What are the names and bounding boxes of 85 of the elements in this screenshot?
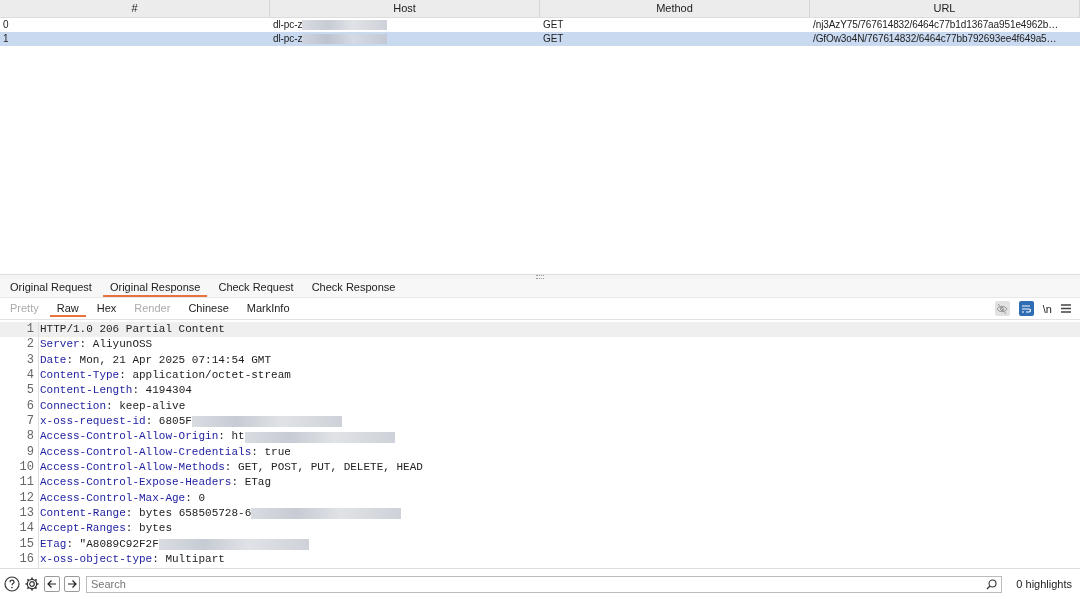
- header-name: Access-Control-Allow-Credentials: [39, 444, 252, 460]
- header-name: Date: [39, 352, 67, 368]
- line-number: 3: [0, 352, 39, 369]
- view-tab[interactable]: MarkInfo: [239, 300, 297, 317]
- search-field[interactable]: Search: [86, 575, 1002, 593]
- header-name: Access-Control-Expose-Headers: [39, 475, 232, 491]
- response-editor[interactable]: [0, 320, 1080, 568]
- table-cell: dl-pc-z: [273, 18, 303, 32]
- line-number: 7: [0, 414, 39, 430]
- header-value: : ETag: [231, 475, 272, 491]
- column-header[interactable]: Host: [270, 0, 540, 17]
- tab[interactable]: Check Request: [211, 279, 301, 297]
- left-arrow-icon: [47, 579, 57, 589]
- line-number: 4: [0, 368, 39, 384]
- header-name: ETag: [39, 536, 67, 552]
- header-name: Accept-Ranges: [39, 521, 126, 537]
- header-name: Content-Length: [39, 383, 133, 399]
- table-row[interactable]: 1 dl-pc-z GET /GfOw3o4N/767614832/6464c77bb792693ee4f649a5…: [0, 32, 1080, 46]
- table-cell: 0: [3, 18, 9, 32]
- line-number: 2: [0, 337, 39, 353]
- header-name: Access-Control-Max-Age: [39, 490, 186, 506]
- column-header[interactable]: Method: [540, 0, 810, 17]
- header-name: x-oss-object-type: [39, 552, 153, 568]
- header-name: Content-Range: [39, 506, 126, 522]
- header-value: : application/octet-stream: [119, 368, 291, 384]
- menu-icon[interactable]: [1061, 304, 1071, 313]
- view-tab[interactable]: Hex: [89, 300, 124, 317]
- header-value: : 0: [185, 490, 206, 506]
- table-cell: /GfOw3o4N/767614832/6464c77bb792693ee4f649a5…: [813, 32, 1057, 46]
- header-name: x-oss-request-id: [39, 414, 146, 430]
- view-tab[interactable]: Chinese: [181, 300, 236, 317]
- line-number: 11: [0, 475, 39, 491]
- table-cell: GET: [543, 18, 564, 32]
- hide-toggle[interactable]: [994, 301, 1010, 316]
- header-value: : "A8089C92F2F: [66, 536, 159, 552]
- table-cell: GET: [543, 32, 564, 46]
- header-value: : Mon, 21 Apr 2025 07:14:54 GMT: [66, 352, 272, 368]
- line-number: 10: [0, 460, 39, 476]
- settings-icon[interactable]: [24, 576, 40, 592]
- header-name: Server: [39, 337, 80, 353]
- table-cell: dl-pc-z: [273, 32, 303, 46]
- highlight-count: 0 highlights: [1015, 578, 1073, 590]
- line-number: 5: [0, 383, 39, 399]
- header-value: : bytes 658505728-6: [125, 506, 252, 522]
- line-number: 1: [0, 322, 39, 338]
- forward-button[interactable]: [64, 576, 80, 592]
- header-value: : ht: [218, 429, 245, 445]
- header-name: Content-Type: [39, 368, 120, 384]
- column-header[interactable]: URL: [810, 0, 1080, 17]
- help-icon[interactable]: [4, 576, 20, 592]
- search-icon: [986, 578, 997, 590]
- line-number: 14: [0, 521, 39, 537]
- line-number: 12: [0, 490, 39, 507]
- back-button[interactable]: [44, 576, 60, 592]
- view-tab[interactable]: Raw: [49, 300, 86, 317]
- line-number: 9: [0, 444, 39, 461]
- header-value: : true: [251, 444, 291, 460]
- column-header[interactable]: #: [0, 0, 270, 17]
- status-line: HTTP/1.0 206 Partial Content: [39, 322, 225, 337]
- line-number: 15: [0, 536, 39, 553]
- table-cell: /nj3AzY75/767614832/6464c77b1d1367aa951e4962b…: [813, 18, 1059, 32]
- table-cell: 1: [3, 32, 9, 46]
- tab[interactable]: Check Response: [304, 279, 403, 297]
- newline-toggle[interactable]: \n: [1042, 302, 1052, 315]
- wrap-toggle[interactable]: [1018, 301, 1034, 316]
- tab[interactable]: Original Request: [3, 279, 99, 297]
- header-name: Access-Control-Allow-Methods: [39, 460, 225, 476]
- header-name: Access-Control-Allow-Origin: [39, 429, 219, 445]
- line-number: 13: [0, 506, 39, 522]
- header-name: Connection: [39, 398, 106, 414]
- right-arrow-icon: [67, 579, 77, 589]
- line-number: 16: [0, 552, 39, 568]
- tab[interactable]: Original Response: [102, 279, 208, 297]
- header-value: : keep-alive: [106, 398, 186, 414]
- header-value: : 6805F: [145, 414, 192, 430]
- header-value: : Multipart: [152, 552, 225, 568]
- header-value: : 4194304: [132, 383, 192, 399]
- wrap-lines-icon: [1020, 302, 1033, 315]
- eye-slash-icon: [996, 302, 1009, 315]
- line-number: 6: [0, 398, 39, 415]
- line-number: 8: [0, 429, 39, 445]
- header-value: : AliyunOSS: [79, 337, 153, 353]
- header-value: : GET, POST, PUT, DELETE, HEAD: [224, 460, 423, 476]
- header-value: : bytes: [125, 521, 173, 537]
- table-row[interactable]: 0 dl-pc-z GET /nj3AzY75/767614832/6464c77b1d1367aa951e4962b…: [0, 18, 1080, 32]
